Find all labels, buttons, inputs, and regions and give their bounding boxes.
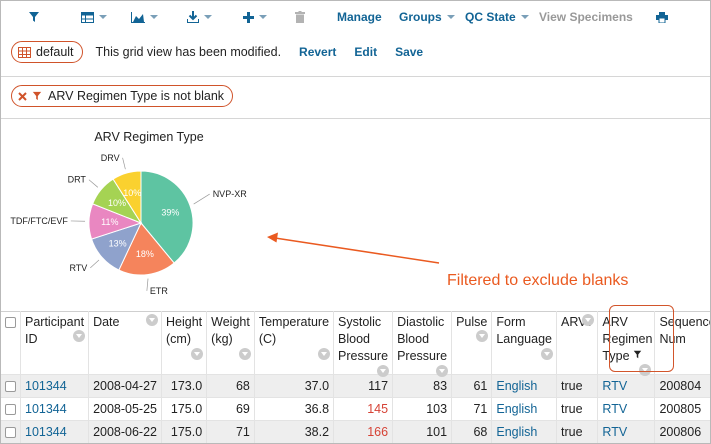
row-select-cell: [1, 420, 21, 443]
select-all-header: [1, 311, 31, 375]
cell-height: 175.0: [161, 397, 208, 421]
column-header[interactable]: Date: [88, 311, 163, 375]
cell-pulse: 61: [451, 374, 493, 398]
cell-date: 2008-04-27: [88, 374, 163, 398]
column-label: Form Language: [496, 315, 552, 346]
cell-weight: 68: [206, 374, 255, 398]
column-header[interactable]: Temperature (C): [254, 311, 335, 375]
cell-date: 2008-05-25: [88, 397, 163, 421]
cell-regimen[interactable]: RTV: [597, 420, 656, 443]
column-menu-icon[interactable]: [318, 348, 331, 360]
column-menu-icon[interactable]: [377, 365, 390, 377]
row-select-cell: [1, 397, 21, 421]
column-label: Date: [93, 315, 120, 329]
cell-systolic: 145: [333, 397, 394, 421]
column-menu-icon[interactable]: [436, 365, 449, 377]
select-all-checkbox[interactable]: [5, 317, 16, 329]
column-header[interactable]: Form Language: [491, 311, 557, 375]
data-grid: Participant ID Date Height (cm) Weight (…: [1, 305, 710, 443]
cell-arv: true: [556, 397, 599, 421]
column-label: Pulse: [456, 315, 488, 329]
cell-date: 2008-06-22: [88, 420, 163, 443]
cell-lang[interactable]: English: [491, 420, 557, 443]
cell-pulse: 68: [451, 420, 493, 443]
column-label: Weight (kg): [211, 315, 250, 346]
cell-diastolic: 83: [392, 374, 453, 398]
cell-seq: 200806: [654, 420, 710, 443]
row-checkbox[interactable]: [5, 427, 16, 439]
cell-lang[interactable]: English: [491, 374, 557, 398]
cell-weight: 71: [206, 420, 255, 443]
window: Manage Groups QC State View Specimens de…: [0, 0, 711, 444]
cell-seq: 200805: [654, 397, 710, 421]
column-header[interactable]: Height (cm): [161, 311, 208, 375]
column-label: Systolic Blood Pressure: [338, 315, 389, 363]
cell-regimen[interactable]: RTV: [597, 374, 656, 398]
cell-height: 173.0: [161, 374, 208, 398]
cell-pulse: 71: [451, 397, 493, 421]
column-header[interactable]: Participant ID: [20, 311, 90, 375]
column-header[interactable]: Systolic Blood Pressure: [333, 311, 394, 377]
header-row: Participant ID Date Height (cm) Weight (…: [1, 311, 710, 377]
column-label: Temperature (C): [258, 315, 330, 346]
column-header[interactable]: Pulse: [451, 311, 493, 375]
table-row[interactable]: 101344 2008-04-27 173.0 68 37.0 117 83 61 Englis…: [1, 374, 710, 398]
cell-diastolic: 101: [392, 420, 453, 443]
grid-body: 101344 2008-04-27 173.0 68 37.0 117 83 61 Englis…: [1, 374, 710, 443]
table-row[interactable]: 101344 2008-06-22 175.0 71 38.2 166 101 68 Engli…: [1, 420, 710, 443]
cell-systolic: 117: [333, 374, 394, 398]
cell-seq: 200804: [654, 374, 710, 398]
row-select-cell: [1, 374, 21, 398]
cell-participant[interactable]: 101344: [20, 420, 90, 443]
column-menu-icon[interactable]: [238, 348, 251, 360]
column-menu-icon[interactable]: [146, 314, 159, 326]
cell-height: 175.0: [161, 420, 208, 443]
table-row[interactable]: 101344 2008-05-25 175.0 69 36.8 145 103 71 Engli…: [1, 397, 710, 421]
cell-diastolic: 103: [392, 397, 453, 421]
cell-temp: 37.0: [254, 374, 335, 398]
column-menu-icon[interactable]: [73, 330, 86, 342]
column-header[interactable]: Weight (kg): [206, 311, 255, 375]
annotation-text: Filtered to exclude blanks: [447, 272, 629, 289]
column-header[interactable]: ARV?: [556, 311, 599, 375]
cell-lang[interactable]: English: [491, 397, 557, 421]
cell-temp: 38.2: [254, 420, 335, 443]
cell-arv: true: [556, 420, 599, 443]
cell-participant[interactable]: 101344: [20, 397, 90, 421]
cell-weight: 69: [206, 397, 255, 421]
column-label: Diastolic Blood Pressure: [397, 315, 448, 363]
column-menu-icon[interactable]: [540, 348, 553, 360]
column-label: Height (cm): [166, 315, 203, 346]
cell-participant[interactable]: 101344: [20, 374, 90, 398]
highlight-box: [609, 305, 674, 372]
column-menu-icon[interactable]: [476, 330, 489, 342]
row-checkbox[interactable]: [5, 381, 16, 393]
data-table: Participant ID Date Height (cm) Weight (…: [1, 311, 710, 443]
column-header[interactable]: Diastolic Blood Pressure: [392, 311, 453, 377]
cell-systolic: 166: [333, 420, 394, 443]
row-checkbox[interactable]: [5, 404, 16, 416]
cell-arv: true: [556, 374, 599, 398]
cell-temp: 36.8: [254, 397, 335, 421]
column-menu-icon[interactable]: [191, 348, 204, 360]
cell-regimen[interactable]: RTV: [597, 397, 656, 421]
